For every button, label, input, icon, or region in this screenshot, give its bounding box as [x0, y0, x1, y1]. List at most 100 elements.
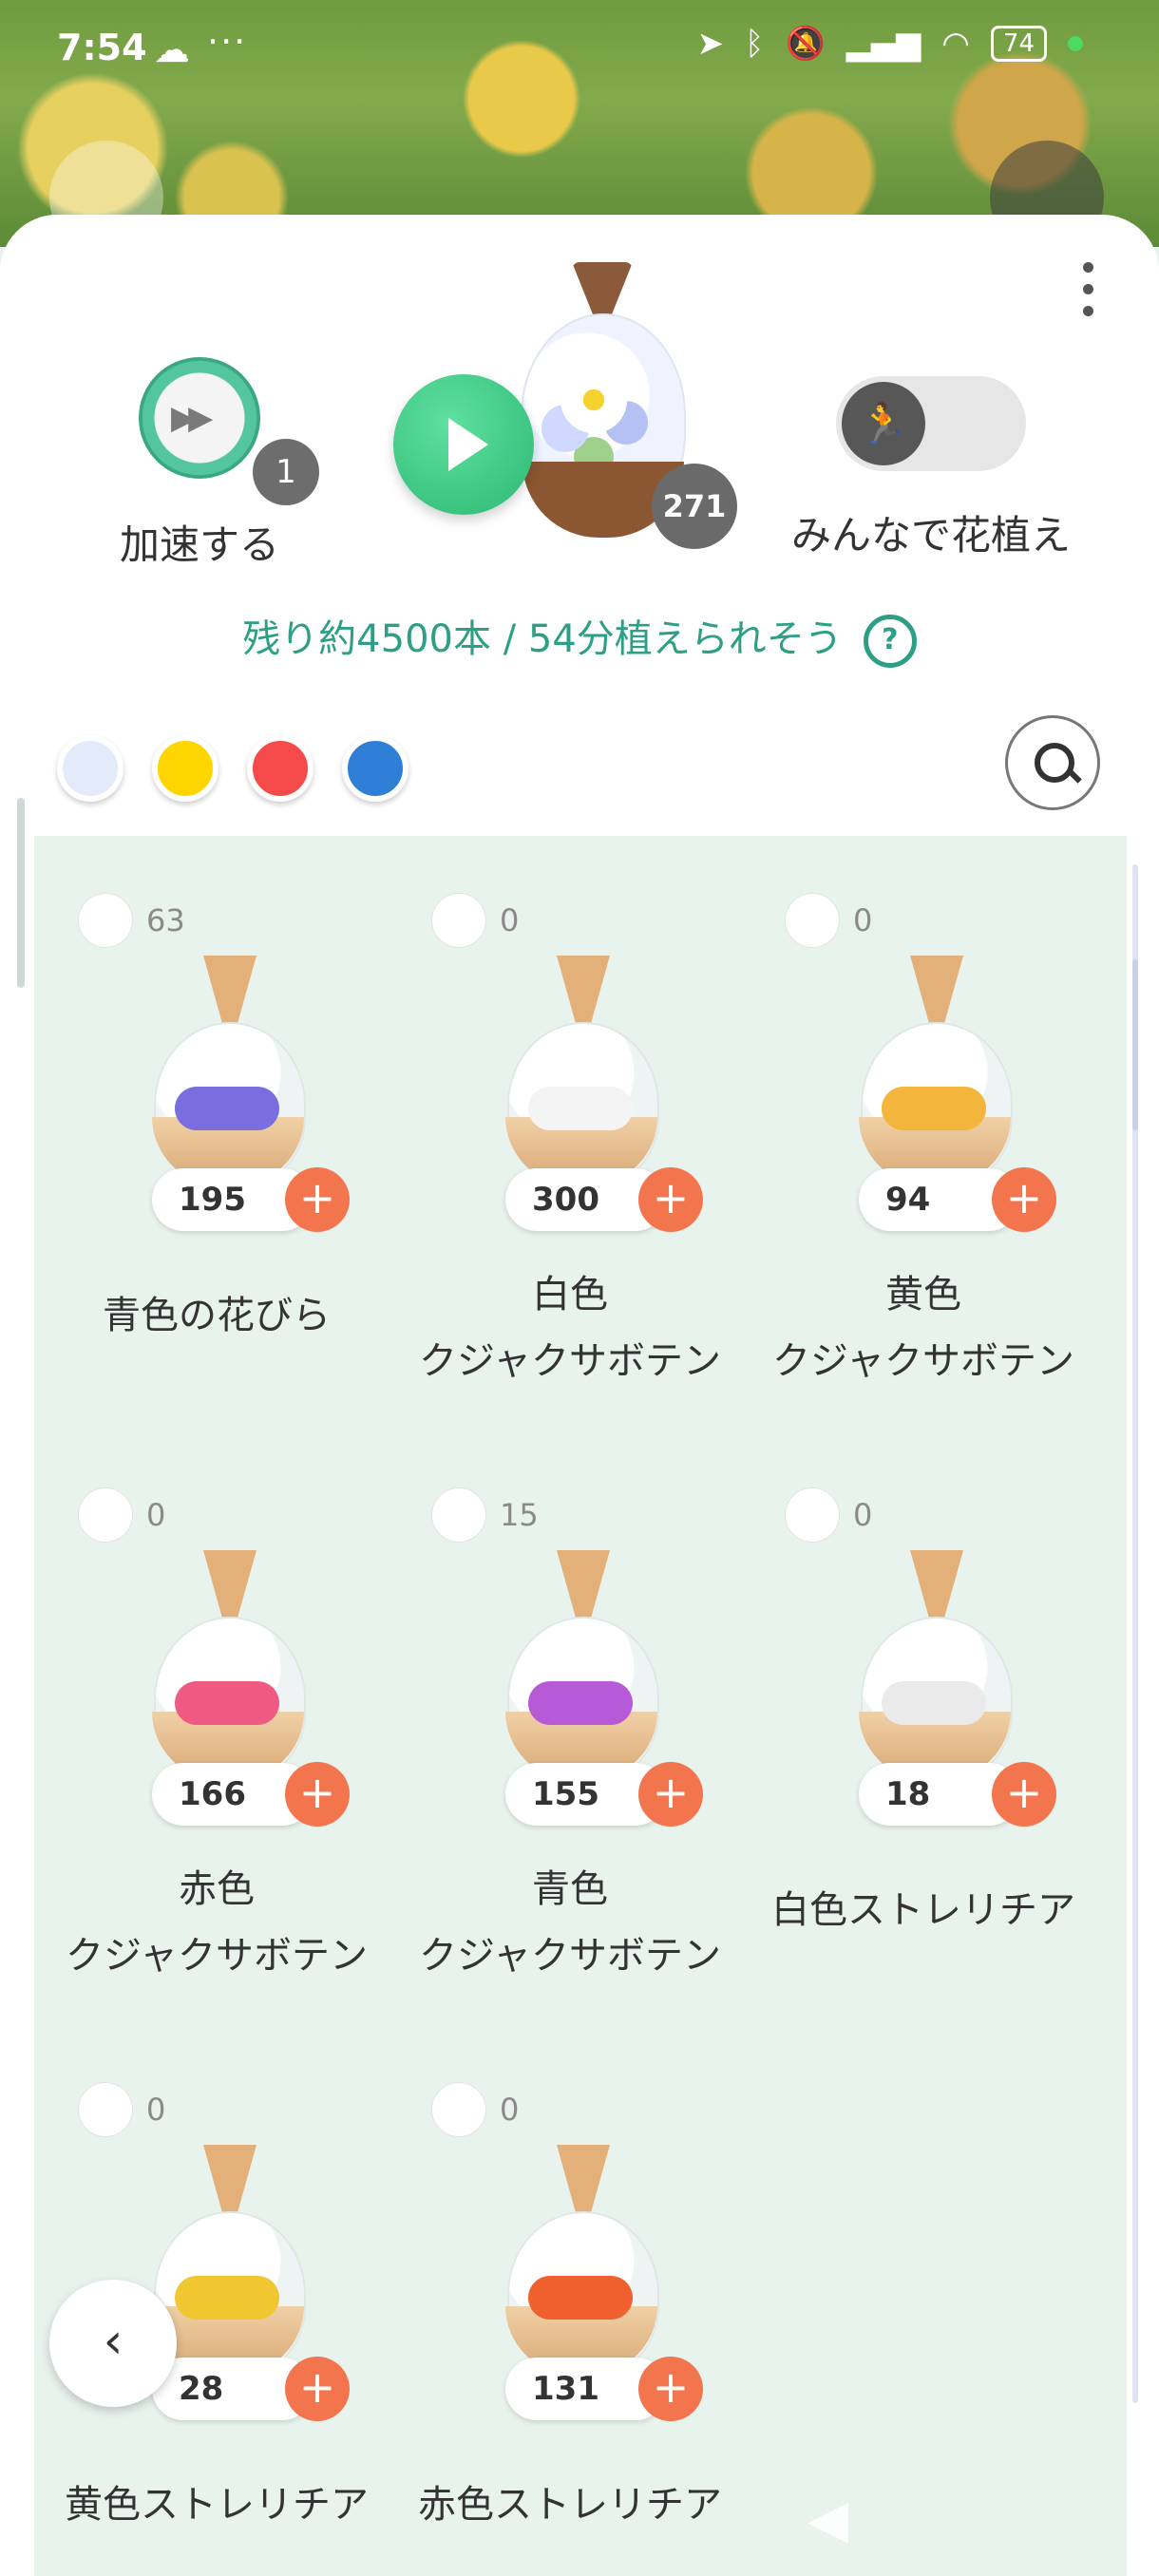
flower-grid: 63 195 + 青色の花びら 0 300 + 白色 クジャクサボテン 0 94 + 黄色 クジャクサボテ… — [34, 836, 1127, 2576]
flower-name-line1: 青色 — [532, 1867, 608, 1911]
mute-icon: 🔕 — [785, 25, 826, 63]
bloom — [882, 1681, 986, 1725]
battery-icon: 74 — [990, 26, 1047, 62]
flower-item[interactable]: 15 155 + 青色 クジャクサボテン — [393, 1430, 747, 2019]
flower-name-line1: 赤色ストレリチア — [418, 2483, 722, 2527]
owned-count: 0 — [431, 2082, 519, 2137]
filter-blue[interactable] — [342, 735, 408, 802]
flower-name-line1: 青色の花びら — [103, 1294, 331, 1337]
owned-count: 15 — [431, 1487, 539, 1543]
flower-name: 青色クジャクサボテン — [393, 1856, 747, 1989]
bloom — [175, 1681, 279, 1725]
flower-item[interactable]: 0 131 + 赤色ストレリチア — [393, 2025, 747, 2576]
flower-name: 白色クジャクサボテン — [393, 1261, 747, 1394]
accelerate-label: 加速する — [119, 521, 279, 568]
toggle-switch[interactable]: 🏃 — [836, 376, 1026, 471]
running-people-icon: 🏃 — [842, 382, 925, 465]
owned-count-value: 0 — [146, 1497, 166, 1533]
bloom — [882, 1087, 986, 1130]
seed-icon — [431, 1487, 486, 1543]
clock-icon: ▶▶ 1 — [139, 357, 319, 505]
owned-count-value: 0 — [853, 902, 873, 938]
add-button[interactable]: + — [638, 1762, 703, 1827]
location-icon: ➤ — [696, 25, 725, 63]
flower-name-line2: クジャクサボテン — [419, 1339, 721, 1383]
flower-item[interactable]: 0 166 + 赤色 クジャクサボテン — [40, 1430, 393, 2019]
pot-count-badge: 271 — [652, 464, 737, 549]
flower-item[interactable]: 0 94 + 黄色 クジャクサボテン — [747, 836, 1100, 1425]
search-icon[interactable] — [1005, 715, 1100, 810]
owned-count: 0 — [78, 1487, 165, 1543]
flower-name-line1: 赤色 — [179, 1867, 255, 1911]
scrollbar[interactable] — [1132, 864, 1138, 2403]
add-button[interactable]: + — [638, 1167, 703, 1232]
help-icon[interactable]: ? — [863, 615, 917, 668]
add-button[interactable]: + — [638, 2357, 703, 2421]
owned-count-value: 0 — [500, 2092, 520, 2128]
owned-count: 0 — [431, 893, 519, 948]
flower-name: 黄色ストレリチア — [40, 2472, 393, 2538]
flower-name-line1: 白色ストレリチア — [771, 1888, 1075, 1932]
remaining-text: 残り約4500本 / 54分植えられそう — [242, 617, 843, 661]
flower-item[interactable]: 0 18 + 白色ストレリチア — [747, 1430, 1100, 2019]
flower-name-line2: クジャクサボテン — [66, 1934, 368, 1978]
more-options-icon[interactable] — [1074, 262, 1102, 316]
left-scroll-indicator — [17, 798, 25, 988]
add-button[interactable]: + — [992, 1167, 1056, 1232]
play-button[interactable] — [393, 374, 534, 515]
seed-icon — [431, 2082, 486, 2137]
bluetooth-icon: ᛒ — [745, 25, 765, 63]
plant-together-label: みんなで花植え — [790, 512, 1071, 559]
flower-item[interactable]: 0 300 + 白色 クジャクサボテン — [393, 836, 747, 1425]
owned-count-value: 0 — [146, 2092, 166, 2128]
accelerate-count-badge: 1 — [253, 439, 319, 505]
owned-count: 0 — [785, 893, 872, 948]
bloom — [528, 1681, 633, 1725]
owned-count-value: 0 — [853, 1497, 873, 1533]
add-button[interactable]: + — [285, 2357, 350, 2421]
plant-together-toggle[interactable]: 🏃 みんなで花植え — [779, 376, 1083, 561]
seed-icon — [78, 893, 133, 948]
add-button[interactable]: + — [992, 1762, 1056, 1827]
cloud-icon: ☁ — [154, 28, 190, 70]
fast-forward-icon: ▶▶ — [171, 399, 213, 437]
seed-icon — [785, 893, 840, 948]
privacy-dot-icon — [1068, 36, 1083, 51]
owned-count: 0 — [78, 2082, 165, 2137]
flower-name-line2: クジャクサボテン — [772, 1339, 1074, 1383]
flower-name: 青色の花びら — [40, 1282, 393, 1349]
accelerate-button[interactable]: ▶▶ 1 加速する — [104, 357, 319, 571]
owned-count-value: 0 — [500, 902, 520, 938]
bloom — [528, 2276, 633, 2320]
nav-back-icon[interactable]: ◀ — [808, 2489, 848, 2550]
flower-name-line2: クジャクサボテン — [419, 1934, 721, 1978]
status-bar: 7:54 ☁ ··· ➤ ᛒ 🔕 ▂▄▆ ◠ 74 — [0, 0, 1159, 95]
owned-count-value: 63 — [146, 902, 185, 938]
more-notifications-icon: ··· — [207, 21, 248, 63]
flower-name-line1: 黄色ストレリチア — [65, 2483, 369, 2527]
bloom — [528, 1087, 633, 1130]
bloom — [175, 1087, 279, 1130]
owned-count: 63 — [78, 893, 185, 948]
bloom — [175, 2276, 279, 2320]
back-button[interactable]: ‹ — [49, 2280, 177, 2407]
flower-name: 赤色クジャクサボテン — [40, 1856, 393, 1989]
filter-white[interactable] — [57, 735, 124, 802]
flower-name: 赤色ストレリチア — [393, 2472, 747, 2538]
owned-count: 0 — [785, 1487, 872, 1543]
status-icons: ➤ ᛒ 🔕 ▂▄▆ ◠ 74 — [697, 25, 1083, 63]
filter-yellow[interactable] — [152, 735, 218, 802]
add-button[interactable]: + — [285, 1167, 350, 1232]
remaining-info: 残り約4500本 / 54分植えられそう? — [0, 608, 1159, 668]
seed-icon — [431, 893, 486, 948]
signal-icon: ▂▄▆ — [846, 25, 922, 63]
add-button[interactable]: + — [285, 1762, 350, 1827]
owned-count-value: 15 — [500, 1497, 539, 1533]
filter-red[interactable] — [247, 735, 314, 802]
seed-icon — [785, 1487, 840, 1543]
flower-name: 白色ストレリチア — [747, 1877, 1100, 1943]
flower-item[interactable]: 63 195 + 青色の花びら — [40, 836, 393, 1425]
flower-name-line1: 白色 — [532, 1273, 608, 1316]
seed-icon — [78, 2082, 133, 2137]
flower-name-line1: 黄色 — [885, 1273, 961, 1316]
